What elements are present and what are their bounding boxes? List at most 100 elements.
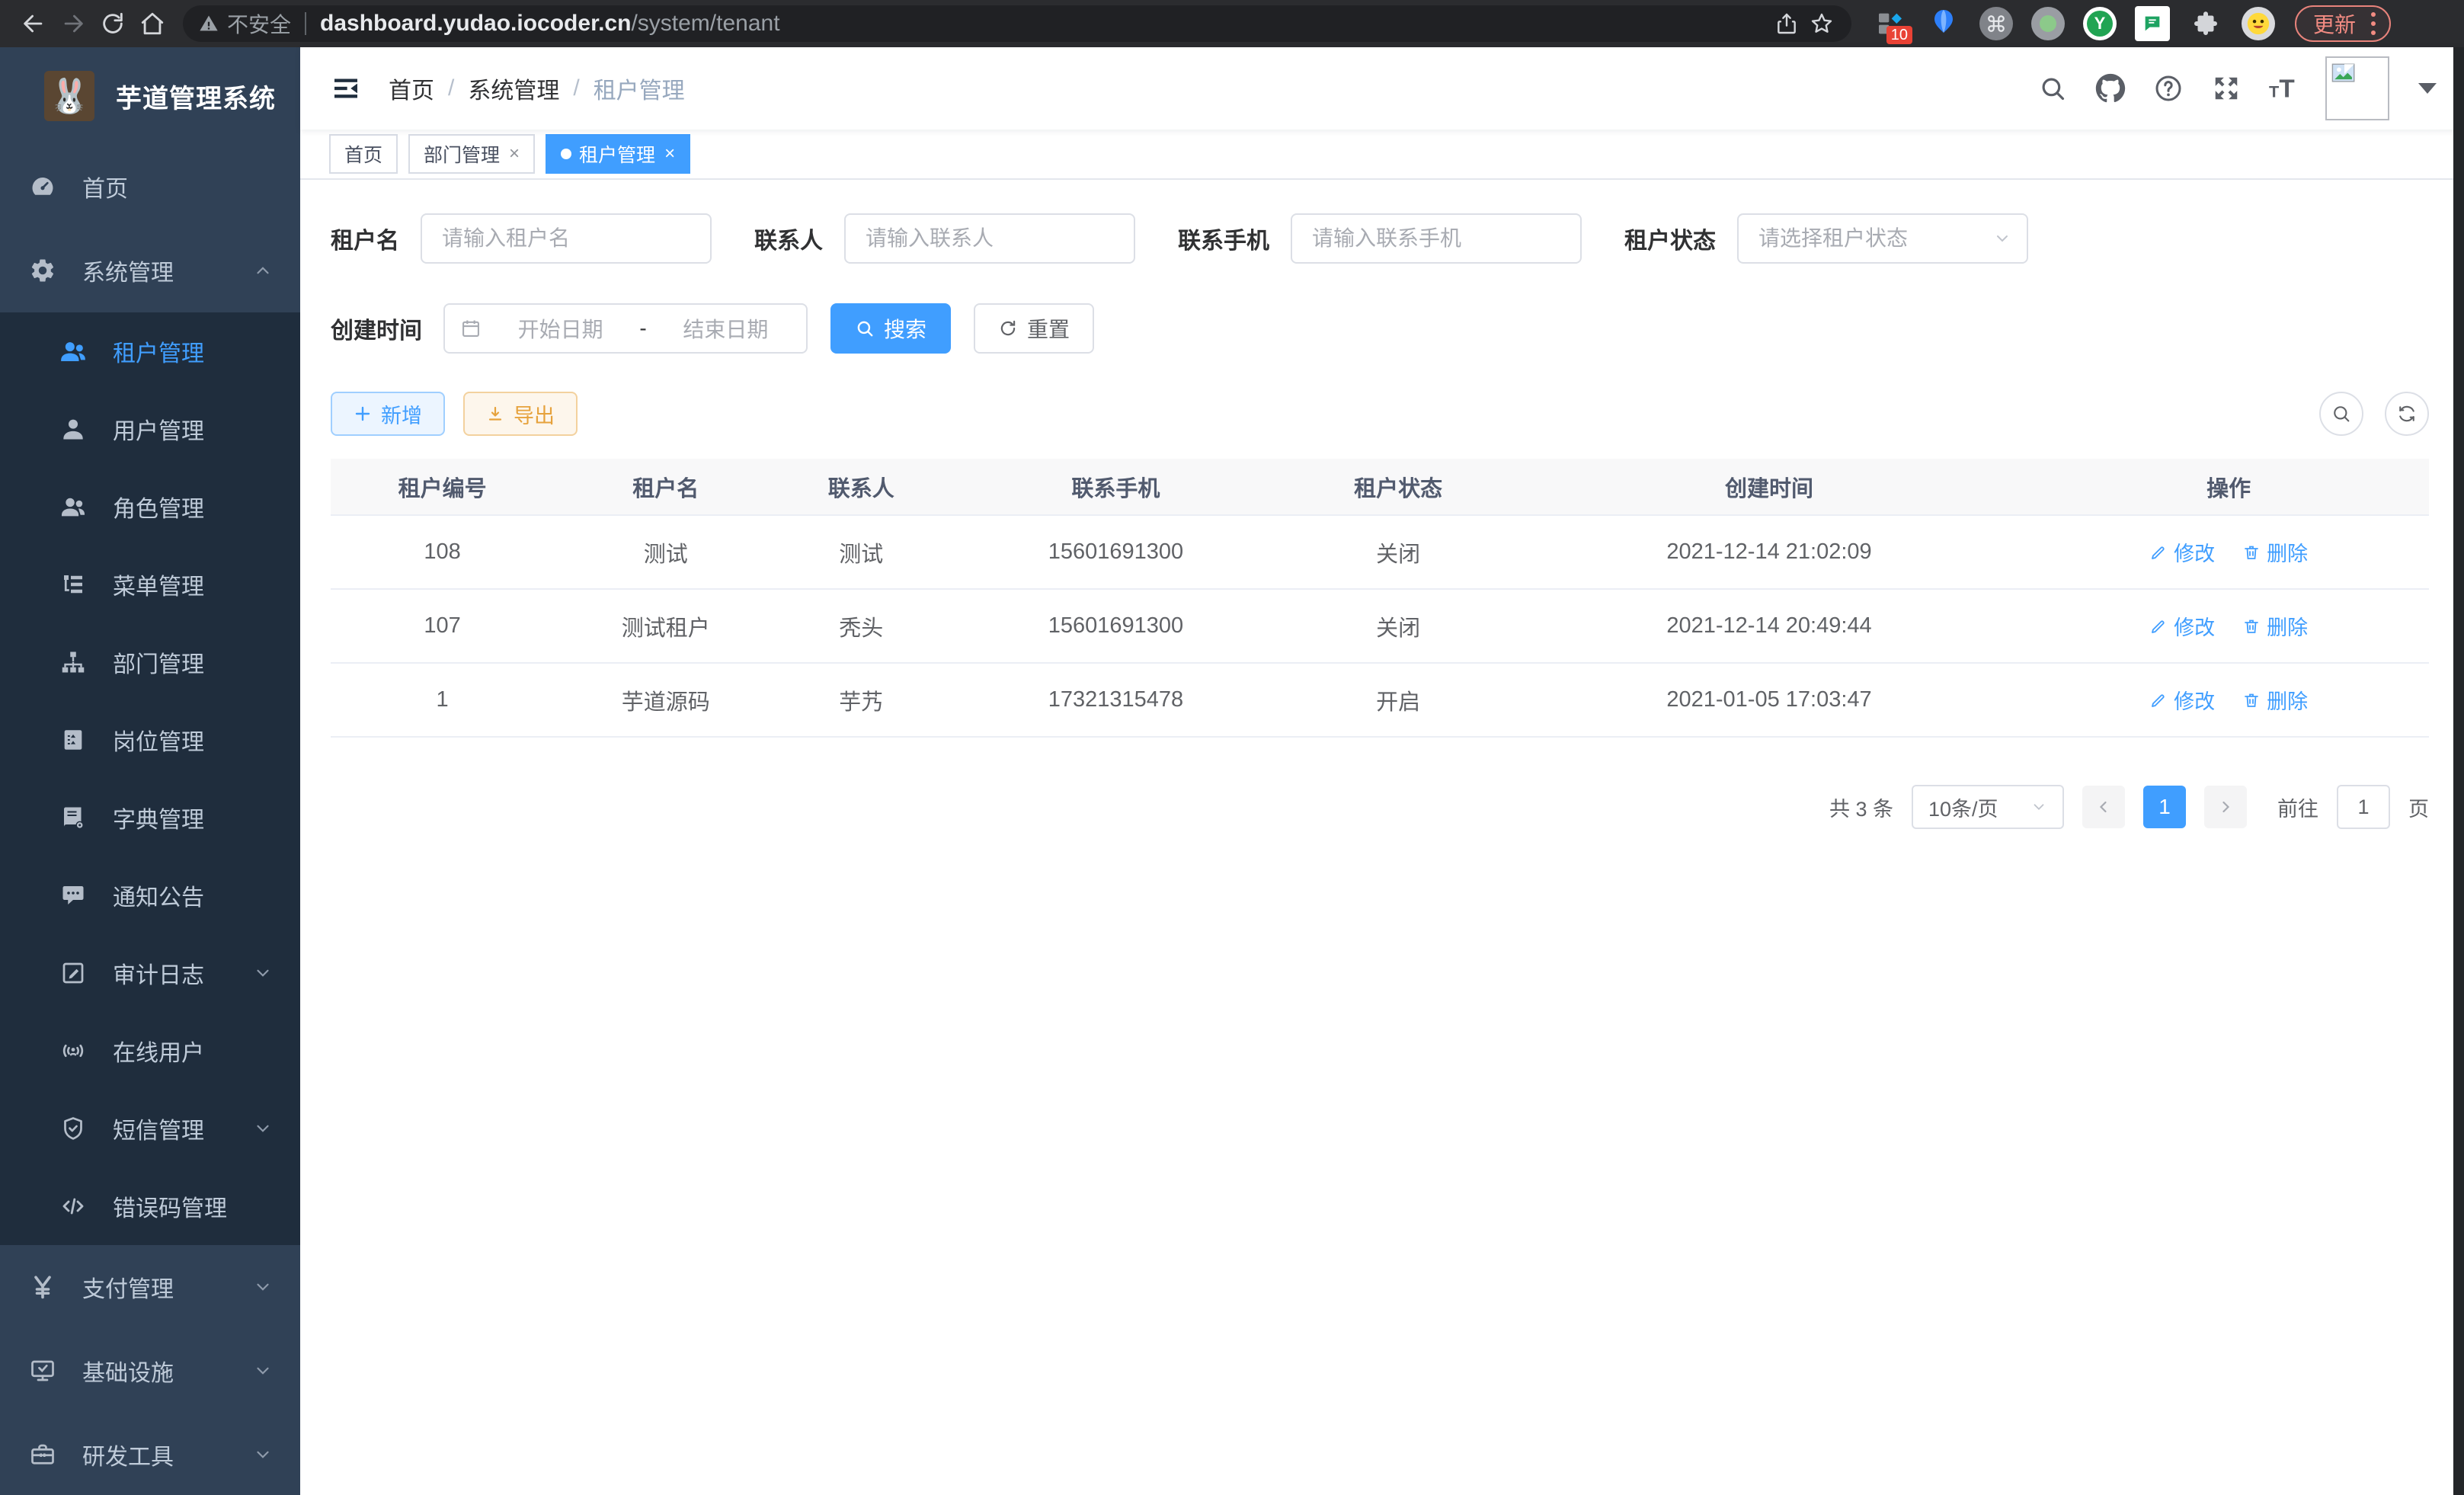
logo-image: 🐰 [44, 71, 94, 121]
monitor-icon [26, 1357, 59, 1385]
chevron-up-icon [253, 261, 273, 280]
sidebar-item-label: 短信管理 [113, 1112, 204, 1145]
sidebar-item-sms[interactable]: 短信管理 [0, 1090, 300, 1167]
caret-down-icon[interactable] [2418, 82, 2437, 94]
sidebar-item-label: 部门管理 [113, 645, 204, 679]
filter-contact: 联系人 [754, 213, 1135, 264]
browser-forward-icon[interactable] [53, 4, 93, 43]
tenant-name-input[interactable] [442, 226, 690, 251]
goto-page-input[interactable] [2337, 785, 2390, 829]
sidebar-item-dev-tools[interactable]: 研发工具 [0, 1413, 300, 1495]
org-chart-icon [56, 648, 90, 676]
sidebar-item-dict[interactable]: 字典管理 [0, 779, 300, 856]
export-button[interactable]: 导出 [463, 392, 578, 436]
sidebar-item-post[interactable]: 岗位管理 [0, 701, 300, 779]
end-date-placeholder[interactable]: 结束日期 [661, 313, 791, 344]
url-bar[interactable]: 不安全 dashboard.yudao.iocoder.cn/system/te… [183, 5, 1851, 42]
add-button[interactable]: 新增 [331, 392, 445, 436]
search-button[interactable]: 搜索 [830, 303, 951, 354]
browser-menu-icon[interactable] [2365, 12, 2382, 35]
search-button-label: 搜索 [884, 313, 926, 344]
header-search-icon[interactable] [2036, 72, 2069, 105]
sidebar-item-infra[interactable]: 基础设施 [0, 1329, 300, 1413]
sidebar-item-system[interactable]: 系统管理 [0, 229, 300, 312]
sidebar-item-online-users[interactable]: 在线用户 [0, 1012, 300, 1090]
sidebar-item-pay[interactable]: 支付管理 [0, 1245, 300, 1329]
sidebar-item-notice[interactable]: 通知公告 [0, 856, 300, 934]
trash-icon [2242, 691, 2261, 709]
export-button-label: 导出 [514, 399, 555, 429]
share-icon[interactable] [1769, 6, 1804, 41]
sidebar-item-error-code[interactable]: 错误码管理 [0, 1167, 300, 1245]
reset-button[interactable]: 重置 [974, 303, 1094, 354]
filter-label: 联系人 [754, 222, 823, 255]
extension-record-icon[interactable] [2031, 7, 2065, 40]
user-avatar[interactable] [2325, 56, 2389, 120]
fullscreen-icon[interactable] [2210, 72, 2243, 105]
sidebar-item-home[interactable]: 首页 [0, 145, 300, 229]
extension-y-icon[interactable]: Y [2083, 7, 2117, 40]
filter-status: 租户状态 [1624, 213, 2028, 264]
filter-label: 创建时间 [331, 312, 422, 345]
breadcrumb-system[interactable]: 系统管理 [468, 72, 559, 105]
col-mobile: 联系手机 [945, 459, 1286, 515]
close-icon[interactable]: × [509, 143, 520, 165]
edit-row-button[interactable]: 修改 [2149, 611, 2215, 641]
edit-row-button[interactable]: 修改 [2149, 537, 2215, 567]
sidebar-fold-icon[interactable] [328, 70, 364, 107]
font-size-icon[interactable]: TT [2267, 72, 2301, 105]
sidebar-item-dept[interactable]: 部门管理 [0, 623, 300, 701]
sidebar-item-menu[interactable]: 菜单管理 [0, 546, 300, 623]
profile-avatar-icon[interactable] [2242, 7, 2275, 40]
goto-label: 前往 [2277, 792, 2318, 822]
sidebar-item-label: 基础设施 [82, 1354, 174, 1388]
warning-icon [198, 13, 219, 34]
breadcrumb-separator: / [448, 75, 454, 101]
github-icon[interactable] [2094, 72, 2127, 105]
shield-icon [56, 1115, 90, 1142]
contact-input[interactable] [866, 226, 1114, 251]
cell-created: 2021-12-14 20:49:44 [1510, 589, 2029, 663]
close-icon[interactable]: × [664, 143, 675, 165]
edit-row-button[interactable]: 修改 [2149, 685, 2215, 715]
extension-chat-icon[interactable] [2135, 6, 2170, 41]
status-select-input[interactable] [1758, 226, 2007, 251]
refresh-table-button[interactable] [2385, 392, 2429, 436]
toggle-search-button[interactable] [2319, 392, 2363, 436]
delete-row-button[interactable]: 删除 [2242, 685, 2308, 715]
delete-row-button[interactable]: 删除 [2242, 611, 2308, 641]
browser-update-button[interactable]: 更新 [2295, 5, 2391, 42]
table-row: 107 测试租户 秃头 15601691300 关闭 2021-12-14 20… [331, 589, 2429, 663]
page-number-1[interactable]: 1 [2143, 786, 2186, 828]
sidebar-logo[interactable]: 🐰 芋道管理系统 [0, 47, 300, 145]
mobile-input[interactable] [1312, 226, 1560, 251]
sidebar-item-label: 支付管理 [82, 1270, 174, 1304]
browser-home-icon[interactable] [133, 4, 172, 43]
tab-dept[interactable]: 部门管理 × [408, 134, 535, 174]
tags-view: 首页 部门管理 × 租户管理 × [300, 130, 2464, 180]
next-page-button[interactable] [2204, 786, 2247, 828]
sidebar-item-user[interactable]: 用户管理 [0, 390, 300, 468]
page-size-select[interactable]: 10条/页 [1912, 785, 2064, 829]
status-select[interactable] [1737, 213, 2028, 264]
system-submenu: 租户管理 用户管理 角色管理 [0, 312, 300, 1245]
browser-back-icon[interactable] [14, 4, 53, 43]
browser-reload-icon[interactable] [93, 4, 133, 43]
prev-page-button[interactable] [2082, 786, 2125, 828]
bookmark-star-icon[interactable] [1804, 6, 1839, 41]
tab-home[interactable]: 首页 [329, 134, 398, 174]
extension-command-icon[interactable] [1979, 7, 2013, 40]
sidebar-item-audit-log[interactable]: 审计日志 [0, 934, 300, 1012]
sidebar-item-tenant[interactable]: 租户管理 [0, 312, 300, 390]
extension-tabs-icon[interactable]: 10 [1873, 6, 1908, 41]
help-icon[interactable] [2152, 72, 2185, 105]
tab-tenant[interactable]: 租户管理 × [546, 134, 690, 174]
security-status[interactable]: 不安全 [198, 8, 291, 39]
delete-row-button[interactable]: 删除 [2242, 537, 2308, 567]
extensions-puzzle-icon[interactable] [2188, 6, 2223, 41]
sidebar-item-role[interactable]: 角色管理 [0, 468, 300, 546]
extension-kite-icon[interactable] [1926, 6, 1961, 41]
breadcrumb-home[interactable]: 首页 [389, 72, 434, 105]
start-date-placeholder[interactable]: 开始日期 [495, 313, 626, 344]
date-range-picker[interactable]: 开始日期 - 结束日期 [443, 303, 808, 354]
